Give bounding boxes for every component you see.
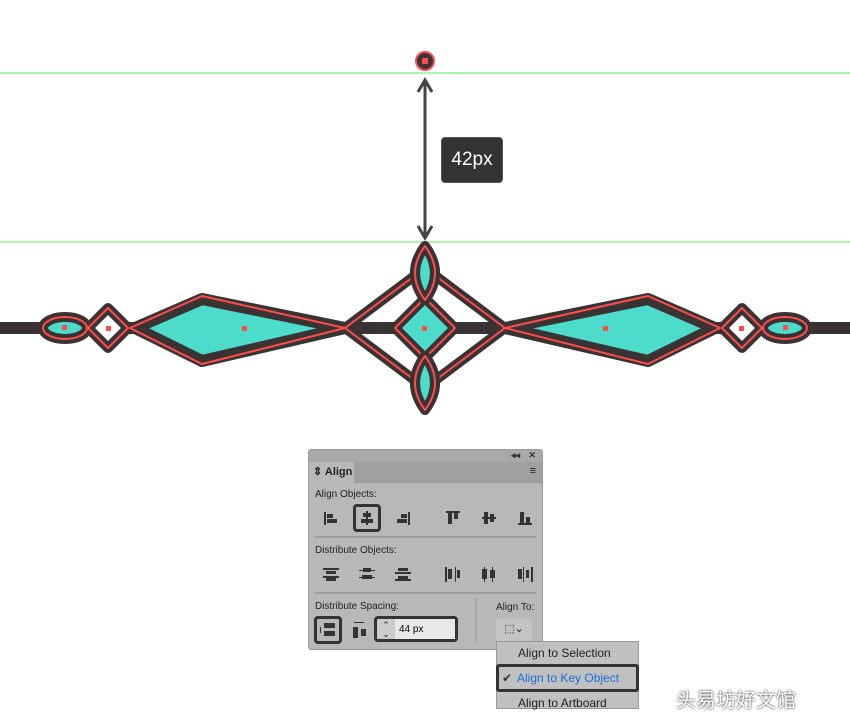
checkmark-icon: ✔ [502, 671, 513, 685]
key-object-icon: ⬚ [504, 623, 515, 635]
menu-item-align-to-selection[interactable]: Align to Selection [497, 642, 638, 664]
align-to-menu: Align to Selection ✔ Align to Key Object … [496, 641, 639, 710]
distribute-left-button[interactable] [439, 560, 467, 588]
vertical-align-top-button[interactable] [439, 504, 467, 532]
horizontal-align-center-button[interactable] [353, 504, 381, 532]
distribute-horizontal-center-button[interactable] [475, 560, 503, 588]
menu-item-align-to-artboard[interactable]: Align to Artboard [497, 692, 638, 714]
ornament[interactable] [0, 241, 850, 415]
distribute-spacing-label: Distribute Spacing: [315, 601, 399, 612]
spacing-field[interactable]: ⌃ ⌄ [374, 616, 458, 642]
divider [475, 598, 477, 642]
measure-tooltip: 42px [441, 137, 503, 183]
menu-item-label: Align to Key Object [517, 671, 620, 685]
menu-item-align-to-key-object[interactable]: ✔ Align to Key Object [496, 664, 639, 692]
horizontal-distribute-space-button[interactable] [346, 616, 374, 644]
horizontal-align-left-button[interactable] [317, 504, 345, 532]
distribute-objects-label: Distribute Objects: [315, 545, 397, 556]
menu-icon[interactable]: ≡ [530, 465, 536, 477]
divider [315, 536, 536, 538]
align-to-label: Align To: [496, 602, 535, 613]
close-icon[interactable]: ✕ [528, 450, 536, 461]
distribute-bottom-button[interactable] [389, 560, 417, 588]
vertical-distribute-space-button[interactable] [314, 616, 342, 644]
key-object-circle[interactable] [415, 51, 435, 71]
distribute-vertical-center-button[interactable] [353, 560, 381, 588]
align-panel: ◂◂ ✕ ⇕ Align ≡ Align Objects: Distribute O… [308, 449, 543, 650]
artwork-canvas [0, 51, 850, 415]
spinner-icon[interactable]: ⌃ ⌄ [377, 619, 395, 639]
distribute-top-button[interactable] [317, 560, 345, 588]
horizontal-align-right-button[interactable] [389, 504, 417, 532]
updown-icon: ⇕ [313, 466, 323, 478]
align-to-key-object-dropdown[interactable]: ⬚⌄ [496, 618, 532, 642]
divider [315, 592, 536, 594]
distribute-right-button[interactable] [511, 560, 539, 588]
tab-align[interactable]: ⇕ Align [309, 462, 354, 483]
double-chevron-left-icon[interactable]: ◂◂ [511, 450, 520, 461]
align-objects-label: Align Objects: [315, 489, 377, 500]
vertical-align-bottom-button[interactable] [511, 504, 539, 532]
vertical-align-center-button[interactable] [475, 504, 503, 532]
spacing-input[interactable] [395, 619, 455, 639]
watermark: 头易坊好文馆 [676, 690, 796, 712]
measure-arrow [416, 77, 434, 241]
